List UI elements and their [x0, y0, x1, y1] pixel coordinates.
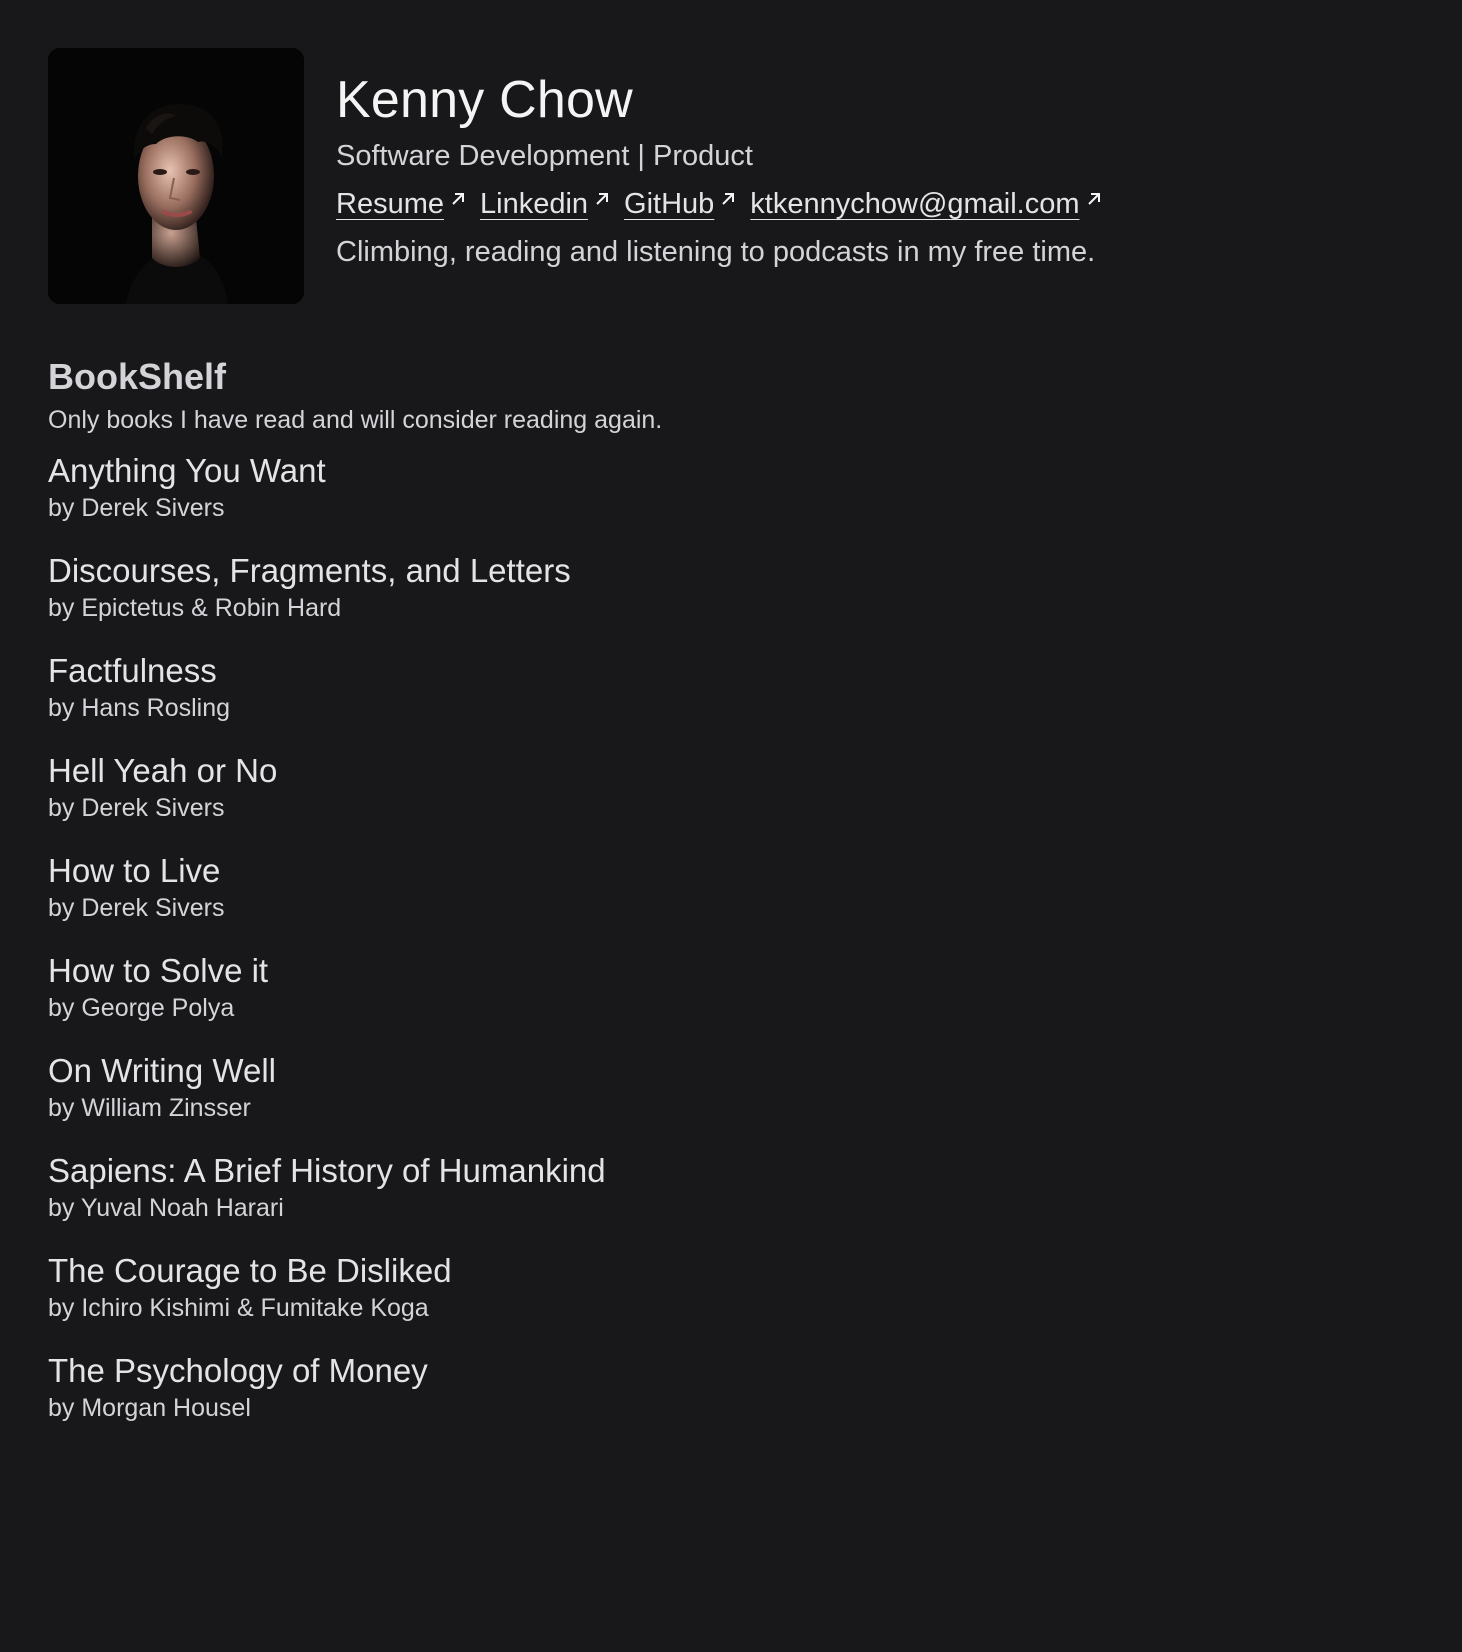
- book-author: by Derek Sivers: [48, 494, 225, 522]
- book-item: Hell Yeah or No by Derek Sivers: [48, 750, 1414, 850]
- book-item: Anything You Want by Derek Sivers: [48, 450, 1414, 550]
- book-item: How to Solve it by George Polya: [48, 950, 1414, 1050]
- linkedin-link-label[interactable]: Linkedin: [480, 186, 588, 222]
- profile-header: Kenny Chow Software Development | Produc…: [48, 48, 1414, 304]
- profile-role: Software Development | Product: [336, 140, 753, 172]
- page: Kenny Chow Software Development | Produc…: [48, 48, 1414, 1450]
- book-author: by Derek Sivers: [48, 794, 225, 822]
- book-item: Factfulness by Hans Rosling: [48, 650, 1414, 750]
- linkedin-link[interactable]: Linkedin: [480, 186, 610, 222]
- book-author: by William Zinsser: [48, 1094, 251, 1122]
- email-link[interactable]: ktkennychow@gmail.com: [750, 186, 1101, 222]
- book-list: Anything You Want by Derek Sivers Discou…: [48, 450, 1414, 1450]
- book-author: by Epictetus & Robin Hard: [48, 594, 342, 622]
- book-title: Discourses, Fragments, and Letters: [48, 552, 571, 589]
- bookshelf-title: BookShelf: [48, 356, 227, 397]
- book-author: by George Polya: [48, 994, 235, 1022]
- book-title: How to Live: [48, 852, 221, 889]
- book-author: by Morgan Housel: [48, 1394, 251, 1422]
- external-link-arrow-icon: [1086, 180, 1102, 216]
- book-item: On Writing Well by William Zinsser: [48, 1050, 1414, 1150]
- book-item: The Psychology of Money by Morgan Housel: [48, 1350, 1414, 1450]
- external-link-arrow-icon: [720, 180, 736, 216]
- book-author: by Yuval Noah Harari: [48, 1194, 284, 1222]
- book-author: by Derek Sivers: [48, 894, 225, 922]
- book-author: by Hans Rosling: [48, 694, 231, 722]
- bookshelf-subtitle: Only books I have read and will consider…: [48, 406, 663, 434]
- resume-link-label[interactable]: Resume: [336, 186, 444, 222]
- bookshelf-section: BookShelf Only books I have read and wil…: [48, 356, 1414, 1450]
- book-title: On Writing Well: [48, 1052, 277, 1089]
- profile-name: Kenny Chow: [336, 71, 633, 129]
- book-item: Discourses, Fragments, and Letters by Ep…: [48, 550, 1414, 650]
- book-title: How to Solve it: [48, 952, 269, 989]
- book-author: by Ichiro Kishimi & Fumitake Koga: [48, 1294, 429, 1322]
- book-title: Sapiens: A Brief History of Humankind: [48, 1152, 606, 1189]
- github-link[interactable]: GitHub: [624, 186, 736, 222]
- book-title: Hell Yeah or No: [48, 752, 278, 789]
- book-title: Anything You Want: [48, 452, 326, 489]
- book-title: The Courage to Be Disliked: [48, 1252, 452, 1289]
- email-link-label[interactable]: ktkennychow@gmail.com: [750, 186, 1079, 222]
- avatar: [48, 48, 304, 304]
- external-link-arrow-icon: [594, 180, 610, 216]
- book-title: The Psychology of Money: [48, 1352, 428, 1389]
- book-item: How to Live by Derek Sivers: [48, 850, 1414, 950]
- external-link-arrow-icon: [450, 180, 466, 216]
- portrait-photo-icon: [48, 48, 304, 304]
- book-item: The Courage to Be Disliked by Ichiro Kis…: [48, 1250, 1414, 1350]
- book-item: Sapiens: A Brief History of Humankind by…: [48, 1150, 1414, 1250]
- profile-bio: Climbing, reading and listening to podca…: [336, 236, 1096, 268]
- resume-link[interactable]: Resume: [336, 186, 466, 222]
- book-title: Factfulness: [48, 652, 217, 689]
- github-link-label[interactable]: GitHub: [624, 186, 714, 222]
- profile-links: Resume Linkedin GitHub ktkennychow@gmail…: [336, 186, 1116, 222]
- profile-info: Kenny Chow Software Development | Produc…: [336, 48, 1116, 270]
